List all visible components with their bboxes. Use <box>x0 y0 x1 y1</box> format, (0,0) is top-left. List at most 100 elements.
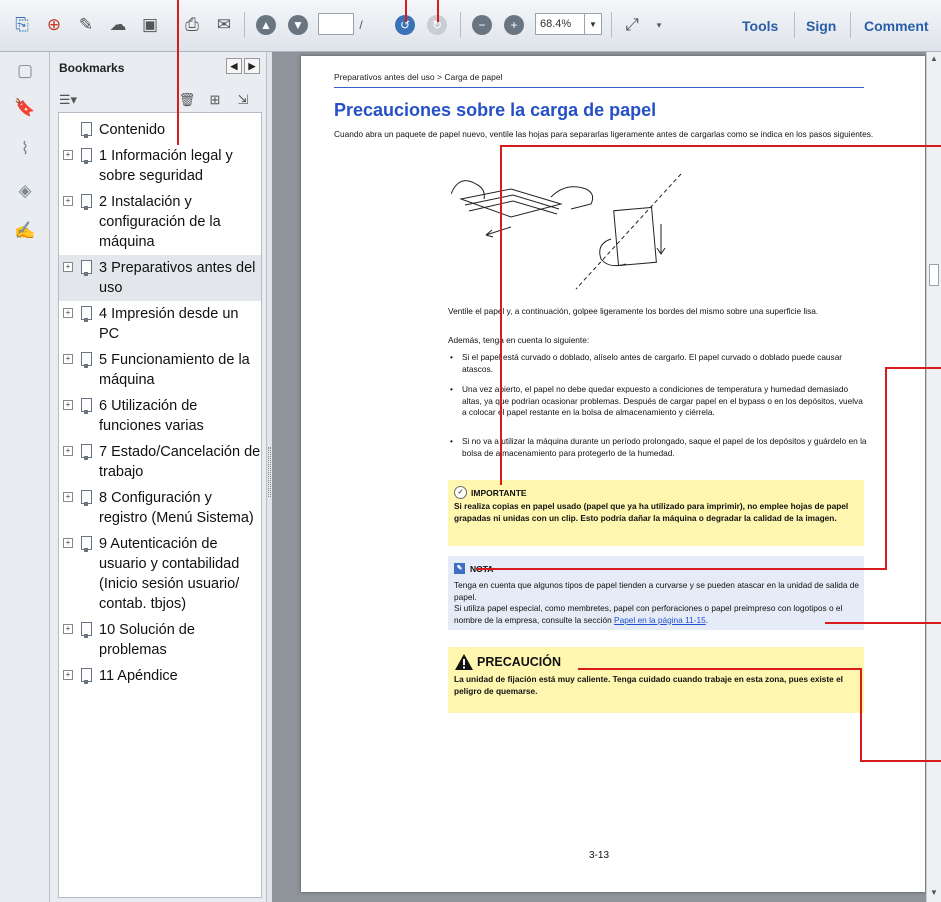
fan-paper-paragraph: Ventile el papel y, a continuación, golp… <box>448 306 819 316</box>
delete-bookmark-icon[interactable]: 🗑 <box>177 90 197 110</box>
bookmark-item[interactable]: Contenido <box>59 117 261 143</box>
callout-line <box>476 568 887 570</box>
callout-line <box>885 367 887 569</box>
email-icon[interactable]: ✉ <box>211 12 237 38</box>
bookmarks-title: Bookmarks <box>59 61 125 75</box>
comment-button[interactable]: Comment <box>864 18 929 34</box>
bookmarks-icon[interactable]: 🔖 <box>13 96 37 120</box>
expand-plus-icon[interactable]: + <box>63 308 73 318</box>
bookmark-icon <box>81 194 92 210</box>
toolbar-options-icon[interactable]: ▾ <box>651 12 667 38</box>
bookmark-label: 8 Configuración y registro (Menú Sistema… <box>99 490 254 526</box>
bookmark-icon <box>81 122 92 138</box>
page-thumbnails-icon[interactable]: ▢ <box>13 59 37 83</box>
bookmark-item[interactable]: +3 Preparativos antes del uso <box>59 255 261 301</box>
bookmark-icon <box>81 306 92 322</box>
paper-fanning-illustration-icon <box>451 173 682 290</box>
expand-plus-icon[interactable]: + <box>63 446 73 456</box>
bookmarks-panel: Bookmarks ◀ ▶ ☰▾ 🗑 ⊞ ⇲ Contenido +1 Infor… <box>50 52 266 902</box>
page-number-input[interactable] <box>318 13 354 35</box>
bookmark-label: 2 Instalación y configuración de la máqu… <box>99 194 221 250</box>
main-toolbar: ⎘ ⊕ ✎ ☁ ▣ ⎙ ✉ ▲ ▼ / ↺ ↻ − + 68.4% ▼ ⤢ ▾ … <box>0 0 941 52</box>
expand-plus-icon[interactable]: + <box>63 538 73 548</box>
bookmark-item[interactable]: +4 Impresión desde un PC <box>59 301 261 347</box>
expand-plus-icon[interactable]: + <box>63 492 73 502</box>
bookmark-icon <box>81 398 92 414</box>
callout-line <box>578 668 862 670</box>
note-end: . <box>705 614 709 625</box>
caution-box: PRECAUCIÓN La unidad de fijación está mu… <box>448 647 864 713</box>
upload-cloud-icon[interactable]: ☁ <box>105 12 131 38</box>
signatures-icon[interactable]: ✍ <box>13 219 37 243</box>
bookmark-item[interactable]: +7 Estado/Cancelación de trabajo <box>59 439 261 485</box>
bookmarks-header: Bookmarks ◀ ▶ <box>50 52 266 82</box>
expand-plus-icon[interactable]: + <box>63 624 73 634</box>
bookmarks-tree: Contenido +1 Información legal y sobre se… <box>58 112 262 898</box>
bookmark-item[interactable]: +9 Autenticación de usuario y contabilid… <box>59 531 261 617</box>
print-icon[interactable]: ⎙ <box>179 12 205 38</box>
header-rule <box>334 87 864 88</box>
bookmark-icon <box>81 622 92 638</box>
save-icon[interactable]: ▣ <box>137 12 163 38</box>
bookmark-label: 9 Autenticación de usuario y contabilida… <box>99 536 240 612</box>
zoom-out-icon[interactable]: − <box>469 12 495 38</box>
expand-plus-icon[interactable]: + <box>63 262 73 272</box>
caution-heading: PRECAUCIÓN <box>454 653 561 671</box>
bookmark-item[interactable]: +10 Solución de problemas <box>59 617 261 663</box>
bookmark-item[interactable]: +2 Instalación y configuración de la máq… <box>59 189 261 255</box>
tools-button[interactable]: Tools <box>742 18 778 34</box>
collapse-panel-icon[interactable]: ◀ <box>226 58 242 74</box>
combine-files-icon[interactable]: ⊕ <box>41 12 67 38</box>
edit-icon[interactable]: ✎ <box>73 12 99 38</box>
callout-line <box>860 760 941 762</box>
bookmark-item[interactable]: +8 Configuración y registro (Menú Sistem… <box>59 485 261 531</box>
new-bookmark-icon[interactable]: ⊞ <box>205 90 225 110</box>
zoom-level-input[interactable]: 68.4% <box>535 13 585 35</box>
bullet-humidity: Una vez abierto, el papel no debe quedar… <box>448 384 868 419</box>
splitter-grip-icon[interactable] <box>268 447 271 497</box>
check-circle-icon: ✓ <box>454 486 467 499</box>
scroll-thumb[interactable] <box>929 264 939 286</box>
toolbar-divider <box>794 12 795 38</box>
expand-plus-icon[interactable]: + <box>63 354 73 364</box>
expand-plus-icon[interactable]: + <box>63 400 73 410</box>
next-page-icon[interactable]: ▼ <box>285 12 311 38</box>
page-total <box>366 12 388 38</box>
bookmark-icon <box>81 352 92 368</box>
expand-panel-icon[interactable]: ▶ <box>244 58 260 74</box>
layers-icon[interactable]: ◈ <box>13 179 37 203</box>
callout-line <box>500 145 502 485</box>
callout-line <box>500 145 941 147</box>
bookmark-icon <box>81 490 92 506</box>
bookmark-label: 1 Información legal y sobre seguridad <box>99 148 233 184</box>
notes-intro-paragraph: Además, tenga en cuenta lo siguiente: <box>448 335 590 345</box>
bookmark-item[interactable]: +6 Utilización de funciones varias <box>59 393 261 439</box>
page-number: 3-13 <box>589 850 610 861</box>
fit-page-icon[interactable]: ⤢ <box>619 12 645 38</box>
scroll-up-icon[interactable]: ▲ <box>930 54 939 63</box>
sign-button[interactable]: Sign <box>806 18 836 34</box>
paper-page-link[interactable]: Papel en la página 11-15 <box>614 615 706 625</box>
zoom-in-icon[interactable]: + <box>501 12 527 38</box>
bookmark-icon <box>81 668 92 684</box>
attachments-icon[interactable]: ⌇ <box>13 137 37 161</box>
document-page: Preparativos antes del uso > Carga de pa… <box>301 56 925 892</box>
expand-bookmark-icon[interactable]: ⇲ <box>233 90 253 110</box>
expand-plus-icon[interactable]: + <box>63 150 73 160</box>
bookmarks-toolbar: ☰▾ 🗑 ⊞ ⇲ <box>50 90 266 112</box>
callout-line <box>825 622 941 624</box>
bookmark-item[interactable]: +5 Funcionamiento de la máquina <box>59 347 261 393</box>
expand-plus-icon[interactable]: + <box>63 196 73 206</box>
toolbar-divider <box>244 12 245 38</box>
zoom-dropdown-icon[interactable]: ▼ <box>584 13 602 35</box>
bookmark-item[interactable]: +1 Información legal y sobre seguridad <box>59 143 261 189</box>
bookmark-item[interactable]: +11 Apéndice <box>59 663 261 689</box>
scroll-down-icon[interactable]: ▼ <box>930 888 939 897</box>
callout-line <box>437 0 439 22</box>
expand-plus-icon[interactable]: + <box>63 670 73 680</box>
create-pdf-icon[interactable]: ⎘ <box>9 12 35 38</box>
vertical-scrollbar[interactable]: ▲ ▼ <box>926 52 941 902</box>
navigation-pane-strip: ▢ 🔖 ⌇ ◈ ✍ <box>0 52 50 902</box>
bookmark-options-icon[interactable]: ☰▾ <box>58 90 78 110</box>
previous-page-icon[interactable]: ▲ <box>253 12 279 38</box>
